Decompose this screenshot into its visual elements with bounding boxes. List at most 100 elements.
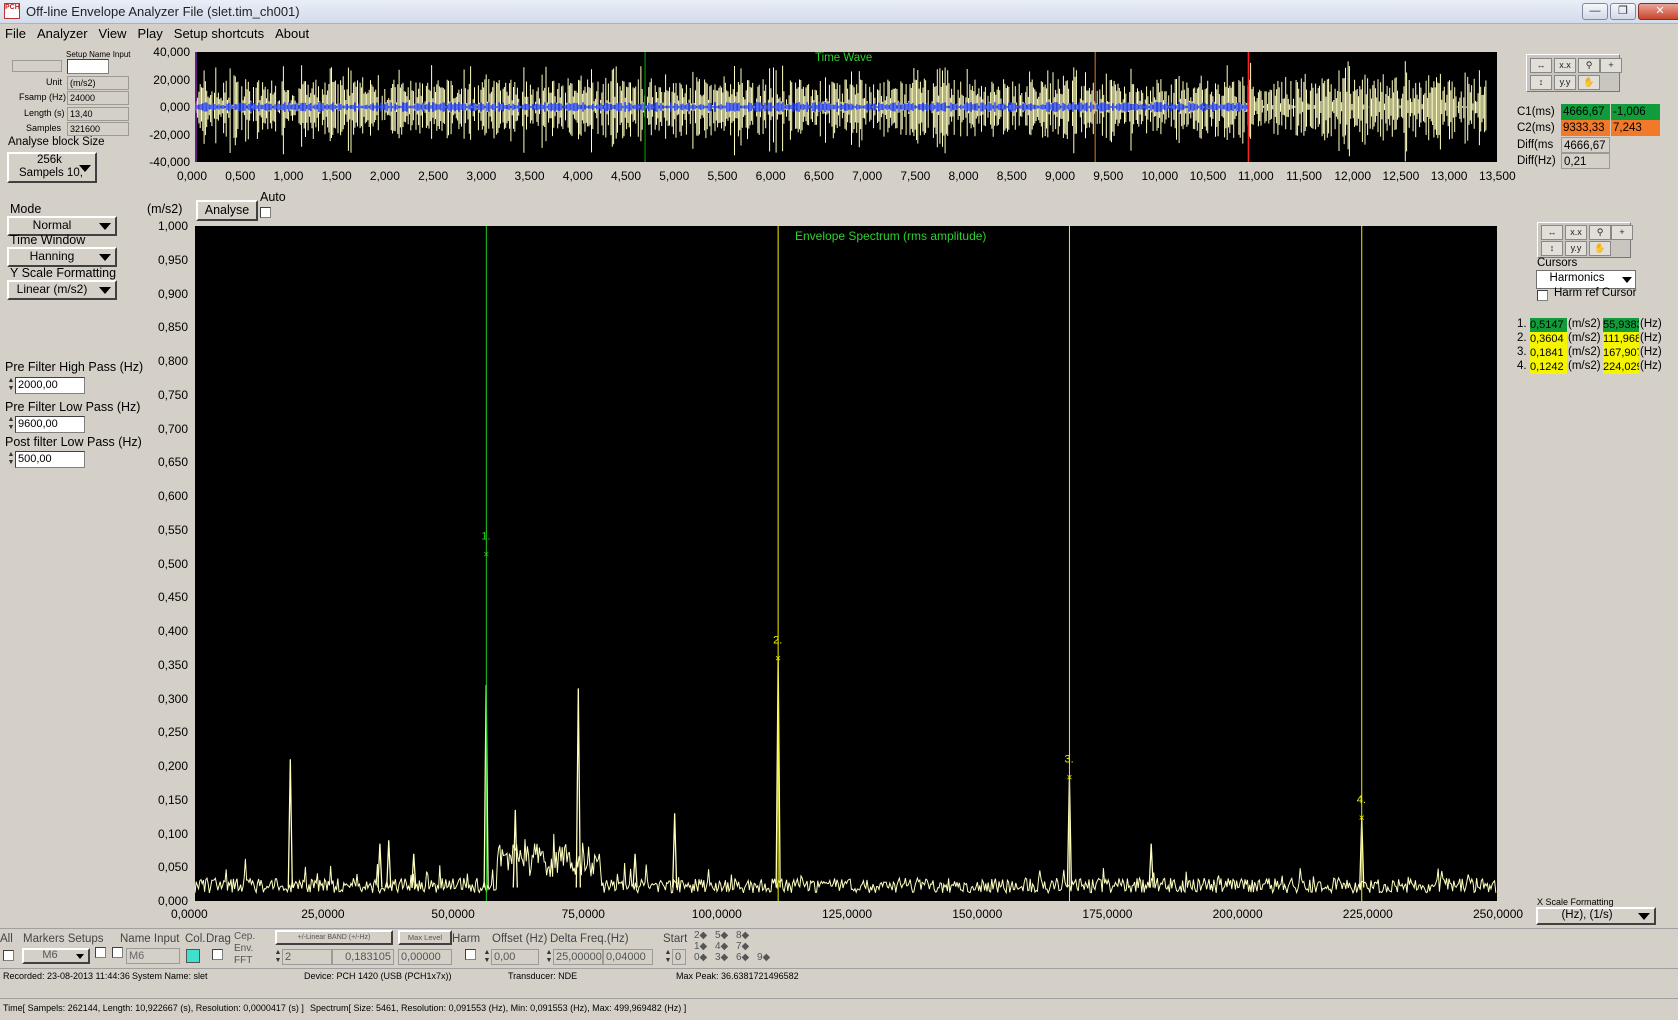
minimize-button[interactable]: — — [1582, 3, 1608, 20]
autoscale-y-icon[interactable]: y.y — [1554, 75, 1576, 90]
c2-amp-value: 7,243 — [1611, 120, 1660, 136]
zoom-icon[interactable]: ⚲ — [1589, 225, 1611, 240]
time-wave-title: Time Wave — [815, 52, 873, 64]
delta-freq-label: Delta Freq.(Hz) — [550, 933, 629, 945]
chevron-down-icon — [99, 287, 111, 294]
spectrum-y-tick: 0,150 — [157, 792, 188, 807]
band-button[interactable]: +/-Linear BAND (+/-Hz) — [275, 930, 393, 945]
high-pass-spinner[interactable]: ▲ ▼ — [7, 377, 15, 394]
time-wave-x-tick: 9,000 — [1045, 169, 1076, 183]
harmonic-number-toggle[interactable]: 7◆ — [736, 941, 749, 952]
pan-hand-icon[interactable]: ✋ — [1589, 241, 1611, 256]
maximize-button[interactable]: ❐ — [1610, 3, 1636, 20]
marker-visible-checkbox[interactable] — [95, 947, 106, 958]
y-scale-select[interactable]: Linear (m/s2) — [7, 280, 117, 300]
time-wave-y-tick: 20,000 — [153, 72, 190, 87]
harm-ref-checkbox[interactable] — [1537, 290, 1548, 301]
menu-view[interactable]: View — [94, 24, 133, 41]
harmonic-number-toggle[interactable]: 9◆ — [757, 952, 770, 963]
harm-checkbox[interactable] — [465, 949, 476, 960]
menu-analyzer[interactable]: Analyzer — [32, 24, 94, 41]
spectrum-plot[interactable]: × 1. × 2. × 3. × 4. Envelope Spectrum (rms ampl… — [195, 226, 1497, 901]
spectrum-x-tick: 125,0000 — [822, 907, 873, 921]
harmonic-number-toggle[interactable]: 4◆ — [715, 941, 728, 952]
cursor-row-freq: 55,9383 — [1603, 318, 1639, 332]
autoscale-x-icon[interactable]: x.x — [1554, 58, 1576, 73]
crosshair-icon[interactable]: + — [1611, 225, 1633, 240]
start-field[interactable]: 0 — [672, 949, 686, 965]
cursor-row-amp-unit: (m/s2) — [1568, 332, 1601, 344]
cursor-row-amp: 0,5147 — [1530, 318, 1567, 332]
marker-enable-checkbox[interactable] — [112, 947, 123, 958]
chevron-down-icon — [79, 165, 91, 172]
spectrum-y-tick: 0,650 — [157, 455, 188, 470]
analyse-block-select[interactable]: 256k Sampels 10, — [7, 152, 97, 183]
analyse-button[interactable]: Analyse — [196, 200, 258, 221]
low-pass-input[interactable]: 9600,00 — [15, 416, 85, 433]
harmonic-number-toggle[interactable]: 3◆ — [715, 952, 728, 963]
autoscale-x-icon[interactable]: x.x — [1565, 225, 1587, 240]
harmonic-number-toggle[interactable]: 8◆ — [736, 930, 749, 941]
harmonic-number-toggle[interactable]: 2◆ — [694, 930, 707, 941]
band-count-spinner[interactable]: ▲ ▼ — [274, 949, 282, 965]
cursor-row-amp: 0,1242 — [1530, 360, 1567, 374]
x-scale-select[interactable]: (Hz), (1/s) — [1536, 907, 1656, 925]
band-count-field[interactable]: 2 — [282, 949, 332, 965]
name-input-field[interactable]: M6 — [126, 948, 180, 964]
setup-name-input[interactable] — [67, 59, 109, 74]
high-pass-input[interactable]: 2000,00 — [15, 377, 85, 394]
offset-field[interactable]: 0,00 — [491, 949, 539, 965]
cursor-row-amp-unit: (m/s2) — [1568, 346, 1601, 358]
time-wave-x-tick: 4,500 — [611, 169, 642, 183]
time-wave-y-tick: -40,000 — [149, 155, 190, 169]
delta-freq-spinner[interactable]: ▲ ▼ — [545, 949, 553, 965]
harmonic-number-toggle[interactable]: 6◆ — [736, 952, 749, 963]
menu-about[interactable]: About — [270, 24, 315, 41]
time-wave-x-tick: 11,500 — [1286, 169, 1322, 183]
spectrum-peak — [672, 813, 678, 888]
c2-time-value: 9333,33 — [1561, 120, 1610, 136]
length-label: Length (s) — [24, 108, 65, 118]
harmonic-cursor-label: 2. — [773, 635, 782, 647]
time-window-select[interactable]: Hanning — [7, 247, 117, 267]
max-level-button[interactable]: Max Level — [398, 930, 452, 945]
unit-label: Unit — [46, 77, 63, 87]
offset-spinner[interactable]: ▲ ▼ — [483, 949, 491, 965]
harmonic-number-toggle[interactable]: 0◆ — [694, 952, 707, 963]
zoom-y-icon[interactable]: ↕ — [1530, 75, 1552, 90]
cursor-row-freq-unit: (Hz) — [1640, 318, 1662, 330]
time-wave-x-tick: 5,000 — [659, 169, 690, 183]
marker-color-swatch[interactable] — [186, 949, 200, 963]
harmonic-number-toggle[interactable]: 5◆ — [715, 930, 728, 941]
low-pass-spinner[interactable]: ▲ ▼ — [7, 416, 15, 433]
post-filter-spinner[interactable]: ▲ ▼ — [7, 451, 15, 468]
time-wave-x-tick: 12,500 — [1382, 169, 1420, 183]
harmonic-number-toggle[interactable]: 1◆ — [694, 941, 707, 952]
time-wave-plot[interactable]: Time Wave — [195, 52, 1497, 162]
auto-checkbox[interactable] — [260, 207, 271, 218]
menu-setup-shortcuts[interactable]: Setup shortcuts — [169, 24, 270, 41]
start-spinner[interactable]: ▲ ▼ — [664, 949, 672, 965]
harmonic-cursor-label: 3. — [1064, 754, 1073, 766]
autoscale-y-icon[interactable]: y.y — [1565, 241, 1587, 256]
close-button[interactable]: ✕ — [1638, 3, 1678, 20]
zoom-y-icon[interactable]: ↕ — [1541, 241, 1563, 256]
menu-file[interactable]: File — [0, 24, 32, 41]
markers-select[interactable]: M6 — [22, 948, 90, 964]
menu-play[interactable]: Play — [132, 24, 168, 41]
zoom-icon[interactable]: ⚲ — [1578, 58, 1600, 73]
delta-freq-field[interactable]: 25,00000 — [553, 949, 603, 965]
zoom-x-icon[interactable]: ↔ — [1530, 58, 1552, 73]
fft-label: FFT — [234, 955, 253, 966]
cursor-row-number: 4. — [1517, 360, 1527, 372]
spectrum-toolbox: ↔ x.x ⚲ + ↕ y.y ✋ — [1537, 222, 1633, 258]
all-checkbox[interactable] — [3, 950, 14, 961]
crosshair-icon[interactable]: + — [1600, 58, 1622, 73]
drag-checkbox[interactable] — [212, 949, 223, 960]
analyse-block-label: Analyse block Size — [8, 136, 105, 148]
system-name-text: System Name: slet — [132, 971, 208, 981]
pan-hand-icon[interactable]: ✋ — [1578, 75, 1600, 90]
diff-ms-value: 4666,67 — [1561, 137, 1610, 153]
post-filter-input[interactable]: 500,00 — [15, 451, 85, 468]
zoom-x-icon[interactable]: ↔ — [1541, 225, 1563, 240]
